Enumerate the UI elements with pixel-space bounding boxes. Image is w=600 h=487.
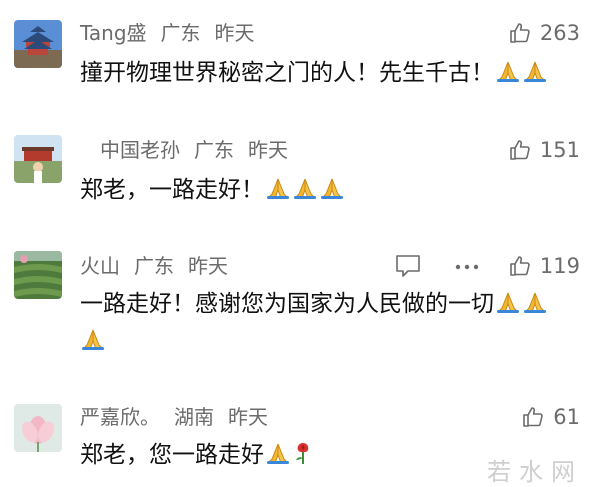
- username[interactable]: 中国老孙: [100, 138, 180, 162]
- timestamp: 昨天: [188, 254, 228, 278]
- comment-bubble-icon[interactable]: [394, 253, 422, 279]
- like-count: 263: [539, 21, 580, 45]
- folded-hands-emoji: [292, 176, 318, 210]
- watermark: 若水网: [487, 458, 583, 486]
- avatar[interactable]: [14, 135, 62, 183]
- region: 广东: [194, 138, 234, 162]
- folded-hands-emoji: [495, 290, 521, 324]
- region: 广东: [134, 254, 174, 278]
- folded-hands-emoji: [522, 290, 548, 324]
- comment-text: 郑老，一路走好！: [80, 173, 585, 210]
- like-button[interactable]: 119: [508, 251, 580, 281]
- rose-emoji: [292, 439, 314, 475]
- like-count: 61: [553, 405, 580, 429]
- thumbs-up-icon: [510, 23, 530, 43]
- folded-hands-emoji: [319, 176, 345, 210]
- like-count: 151: [539, 138, 580, 162]
- username[interactable]: 火山: [80, 254, 120, 278]
- folded-hands-emoji: [265, 441, 291, 475]
- thumbs-up-icon: [510, 140, 530, 160]
- avatar[interactable]: [14, 20, 62, 68]
- region: 湖南: [174, 405, 214, 429]
- folded-hands-emoji: [522, 59, 548, 93]
- timestamp: 昨天: [214, 21, 255, 45]
- comment-meta: 中国老孙 广东 昨天: [100, 135, 302, 165]
- timestamp: 昨天: [228, 405, 268, 429]
- thumbs-up-icon: [510, 256, 530, 276]
- avatar[interactable]: [14, 404, 62, 452]
- comment-text: 撞开物理世界秘密之门的人！先生千古！: [80, 56, 585, 93]
- username[interactable]: 严嘉欣。: [80, 405, 160, 429]
- comment-meta: 严嘉欣。 湖南 昨天: [80, 402, 282, 432]
- comment-text: 一路走好！感谢您为国家为人民做的一切: [80, 287, 585, 361]
- folded-hands-emoji: [265, 176, 291, 210]
- comment-meta: 火山 广东 昨天: [80, 251, 242, 281]
- username[interactable]: Tang盛: [80, 21, 147, 45]
- timestamp: 昨天: [248, 138, 288, 162]
- region: 广东: [160, 21, 201, 45]
- comment-actions: [394, 251, 482, 281]
- more-dots-icon[interactable]: [452, 253, 482, 279]
- avatar[interactable]: [14, 251, 62, 299]
- like-button[interactable]: 61: [521, 402, 580, 432]
- folded-hands-emoji: [495, 59, 521, 93]
- thumbs-up-icon: [523, 407, 544, 427]
- like-button[interactable]: 263: [508, 18, 580, 48]
- like-count: 119: [539, 254, 580, 278]
- like-button[interactable]: 151: [508, 135, 580, 165]
- comment-meta: Tang盛 广东 昨天: [80, 18, 269, 48]
- folded-hands-emoji: [80, 327, 106, 361]
